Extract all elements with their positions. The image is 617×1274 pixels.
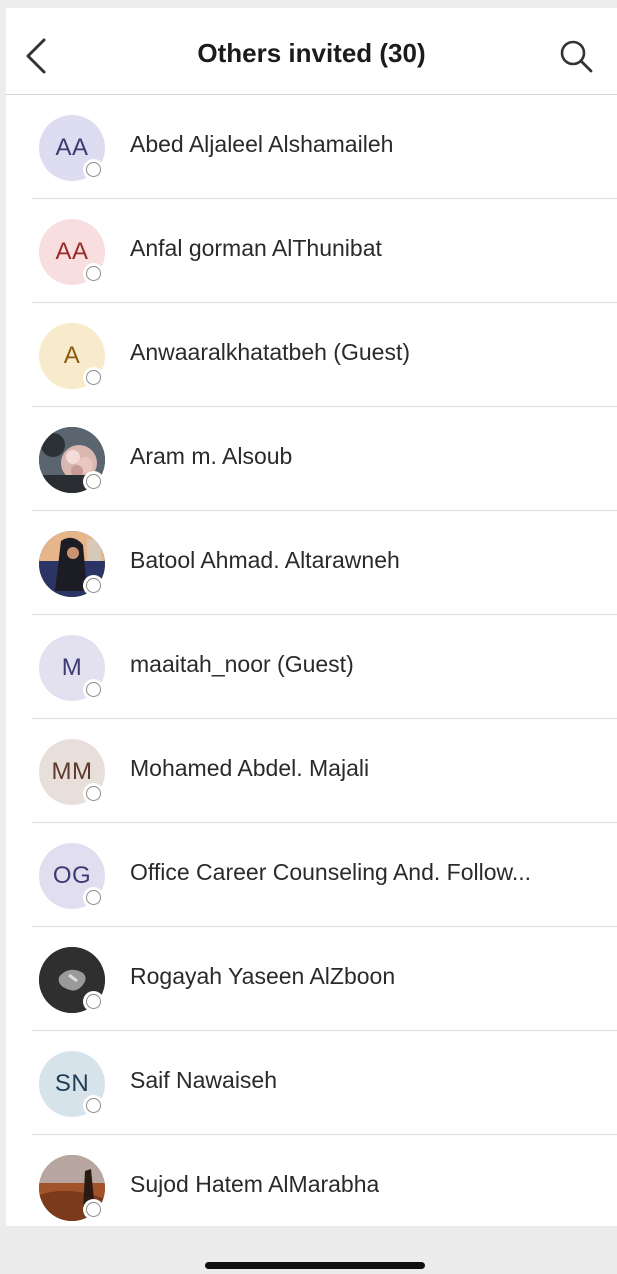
person-name: Abed Aljaleel Alshamaileh: [130, 131, 394, 157]
search-button[interactable]: [557, 38, 597, 78]
person-name: Saif Nawaiseh: [130, 1067, 278, 1093]
header-bar: Others invited (30): [6, 8, 617, 95]
person-row[interactable]: AA Abed Aljaleel Alshamaileh: [6, 95, 617, 199]
presence-offline-icon: [86, 890, 101, 905]
avatar-initials: AA: [55, 134, 89, 161]
presence-offline-icon: [86, 994, 101, 1009]
page-title: Others invited (30): [197, 38, 426, 68]
presence-offline-icon: [86, 1098, 101, 1113]
avatar-initials: OG: [52, 862, 92, 889]
person-name: maaitah_noor (Guest): [130, 651, 354, 677]
person-name: Anwaaralkhatatbeh (Guest): [130, 339, 410, 365]
search-icon: [560, 40, 593, 73]
person-row[interactable]: Mmaaitah_noor (Guest): [6, 615, 617, 719]
presence-offline-icon: [86, 786, 101, 801]
person-row[interactable]: AA Anfal gorman AlThunibat: [6, 199, 617, 303]
person-row[interactable]: OG Office Career Counseling And. Follow..…: [6, 823, 617, 927]
person-row[interactable]: Batool Ahmad. Altarawneh: [6, 511, 617, 615]
person-row[interactable]: Sujod Hatem AlMarabha: [6, 1135, 617, 1239]
app-frame: Others invited (30) AA Abed Aljaleel Alsh…: [6, 8, 617, 1274]
presence-offline-icon: [86, 1202, 101, 1217]
person-row[interactable]: A Anwaaralkhatatbeh (Guest): [6, 303, 617, 407]
presence-offline-icon: [86, 370, 101, 385]
presence-offline-icon: [86, 162, 101, 177]
person-row[interactable]: Aram m. Alsoub: [6, 407, 617, 511]
people-list: AA Abed Aljaleel Alshamaileh AA Anfal gorma…: [6, 95, 617, 1239]
presence-offline-icon: [86, 578, 101, 593]
person-row[interactable]: SN Saif Nawaiseh: [6, 1031, 617, 1135]
avatar-initials: M: [61, 654, 83, 681]
person-name: Rogayah Yaseen AlZboon: [130, 963, 396, 989]
person-name: Anfal gorman AlThunibat: [130, 235, 382, 261]
person-name: Aram m. Alsoub: [130, 443, 293, 469]
presence-offline-icon: [86, 474, 101, 489]
person-name: Mohamed Abdel. Majali: [130, 755, 370, 781]
avatar-initials: AA: [55, 238, 89, 265]
presence-offline-icon: [86, 682, 101, 697]
person-row[interactable]: Rogayah Yaseen AlZboon: [6, 927, 617, 1031]
person-row[interactable]: MM Mohamed Abdel. Majali: [6, 719, 617, 823]
avatar-initials: SN: [54, 1070, 90, 1097]
person-name: Office Career Counseling And. Follow...: [130, 859, 532, 885]
home-indicator[interactable]: [205, 1262, 425, 1269]
presence-offline-icon: [86, 266, 101, 281]
person-name: Sujod Hatem AlMarabha: [130, 1171, 380, 1197]
avatar-initials: MM: [51, 758, 93, 785]
person-name: Batool Ahmad. Altarawneh: [130, 547, 400, 573]
avatar-initials: A: [63, 342, 81, 369]
